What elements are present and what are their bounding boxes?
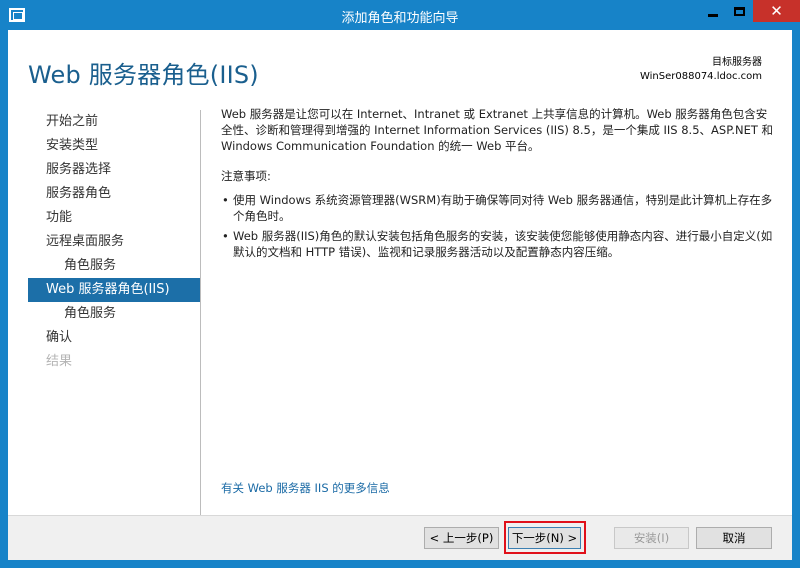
nav-item-remote-desktop-services[interactable]: 远程桌面服务 bbox=[28, 230, 200, 254]
wizard-content: Web 服务器角色(IIS) 目标服务器 WinSer088074.ldoc.c… bbox=[8, 30, 792, 560]
nav-item-iis-role-services[interactable]: 角色服务 bbox=[28, 302, 200, 326]
button-bar: < 上一步(P) 下一步(N) > 安装(I) 取消 bbox=[8, 515, 792, 560]
destination-server-name: WinSer088074.ldoc.com bbox=[639, 71, 762, 82]
maximize-icon bbox=[734, 6, 745, 16]
notes-heading: 注意事项: bbox=[221, 169, 271, 183]
nav-item-installation-type[interactable]: 安装类型 bbox=[28, 134, 200, 158]
wizard-window: 添加角色和功能向导 ✕ Web 服务器角色(IIS) 目标服务器 WinSer0… bbox=[0, 0, 800, 568]
nav-item-features[interactable]: 功能 bbox=[28, 206, 200, 230]
page-title: Web 服务器角色(IIS) bbox=[28, 61, 259, 89]
destination-server-info: 目标服务器 WinSer088074.ldoc.com bbox=[640, 56, 762, 84]
nav-item-rds-role-services[interactable]: 角色服务 bbox=[28, 254, 200, 278]
install-button: 安装(I) bbox=[614, 527, 689, 549]
more-info-link[interactable]: 有关 Web 服务器 IIS 的更多信息 bbox=[221, 480, 390, 496]
nav-item-server-selection[interactable]: 服务器选择 bbox=[28, 158, 200, 182]
maximize-button[interactable] bbox=[726, 0, 753, 22]
nav-item-server-roles[interactable]: 服务器角色 bbox=[28, 182, 200, 206]
nav-divider bbox=[200, 110, 201, 518]
nav-item-results: 结果 bbox=[46, 354, 73, 369]
main-panel: Web 服务器是让您可以在 Internet、Intranet 或 Extran… bbox=[221, 106, 776, 264]
destination-label: 目标服务器 bbox=[712, 57, 762, 68]
window-title: 添加角色和功能向导 bbox=[341, 11, 459, 26]
title-bar[interactable]: 添加角色和功能向导 ✕ bbox=[0, 0, 800, 30]
nav-item-before-you-begin[interactable]: 开始之前 bbox=[28, 110, 200, 134]
close-button[interactable]: ✕ bbox=[753, 0, 800, 22]
notes-list: 使用 Windows 系统资源管理器(WSRM)有助于确保等同对待 Web 服务… bbox=[221, 192, 776, 260]
wizard-nav: 开始之前 安装类型 服务器选择 服务器角色 功能 远程桌面服务 角色服务 Web… bbox=[28, 110, 200, 374]
minimize-button[interactable] bbox=[699, 0, 726, 22]
intro-text: Web 服务器是让您可以在 Internet、Intranet 或 Extran… bbox=[221, 107, 774, 153]
close-icon: ✕ bbox=[770, 1, 783, 20]
next-button[interactable]: 下一步(N) > bbox=[508, 527, 581, 549]
previous-button[interactable]: < 上一步(P) bbox=[424, 527, 499, 549]
nav-item-web-server-role[interactable]: Web 服务器角色(IIS) bbox=[28, 278, 200, 302]
nav-item-confirmation[interactable]: 确认 bbox=[28, 326, 200, 350]
list-item: Web 服务器(IIS)角色的默认安装包括角色服务的安装，该安装使您能够使用静态… bbox=[221, 228, 776, 260]
minimize-icon bbox=[707, 13, 718, 17]
list-item: 使用 Windows 系统资源管理器(WSRM)有助于确保等同对待 Web 服务… bbox=[221, 192, 776, 224]
window-controls: ✕ bbox=[699, 0, 800, 22]
cancel-button[interactable]: 取消 bbox=[696, 527, 772, 549]
